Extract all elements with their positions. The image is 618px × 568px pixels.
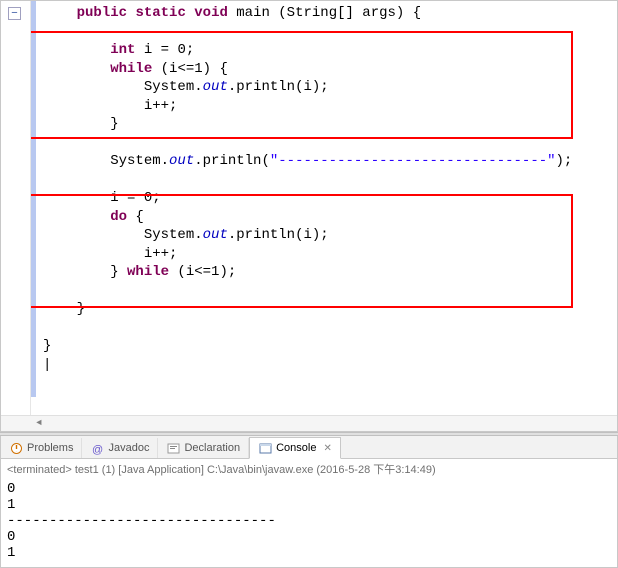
- declaration-icon: [166, 441, 180, 455]
- tab-label: Console: [276, 442, 316, 454]
- tab-console[interactable]: Console ✕: [249, 437, 341, 459]
- field-out: out: [203, 227, 228, 243]
- text-cursor: |: [43, 357, 51, 373]
- tab-problems[interactable]: Problems: [1, 438, 82, 458]
- code-fragment: .println(i);: [228, 79, 329, 95]
- views-tabbar: Problems @ Javadoc Declaration Console ✕: [1, 436, 617, 459]
- keyword-void: void: [194, 5, 228, 21]
- indent: System.: [43, 227, 203, 243]
- keyword-int: int: [110, 42, 135, 58]
- javadoc-icon: @: [90, 441, 104, 455]
- console-icon: [258, 441, 272, 455]
- tab-label: Javadoc: [108, 442, 149, 454]
- keyword-do: do: [110, 209, 127, 225]
- code-fragment: i = 0;: [135, 42, 194, 58]
- editor-gutter: −: [1, 1, 31, 431]
- keyword-while: while: [127, 264, 169, 280]
- keyword-public: public: [77, 5, 127, 21]
- console-status: <terminated> test1 (1) [Java Application…: [1, 459, 617, 479]
- code-line: i++;: [43, 246, 177, 262]
- code-fragment: .println(: [194, 153, 270, 169]
- code-editor[interactable]: − public static void main (String[] args…: [0, 0, 618, 432]
- scroll-left-arrow-icon[interactable]: ◄: [31, 415, 47, 431]
- tab-javadoc[interactable]: @ Javadoc: [82, 438, 158, 458]
- code-line: }: [43, 116, 119, 132]
- tab-declaration[interactable]: Declaration: [158, 438, 249, 458]
- code-fragment: );: [556, 153, 573, 169]
- indent: [43, 209, 110, 225]
- indent: [43, 5, 77, 21]
- indent: [43, 61, 110, 77]
- problems-icon: [9, 441, 23, 455]
- tab-label: Declaration: [184, 442, 240, 454]
- field-out: out: [203, 79, 228, 95]
- code-fragment: (i<=1) {: [152, 61, 228, 77]
- views-panel: Problems @ Javadoc Declaration Console ✕…: [0, 436, 618, 568]
- indent: [43, 42, 110, 58]
- close-icon[interactable]: ✕: [323, 443, 331, 454]
- code-text[interactable]: public static void main (String[] args) …: [43, 1, 572, 374]
- change-marker: [31, 1, 36, 397]
- method-sig: main (String[] args) {: [228, 5, 421, 21]
- code-line: i = 0;: [43, 190, 161, 206]
- indent: System.: [43, 153, 169, 169]
- svg-text:@: @: [92, 444, 103, 455]
- field-out: out: [169, 153, 194, 169]
- keyword-static: static: [135, 5, 185, 21]
- indent: System.: [43, 79, 203, 95]
- code-fragment: (i<=1);: [169, 264, 236, 280]
- code-fragment: {: [127, 209, 144, 225]
- code-area[interactable]: public static void main (String[] args) …: [31, 1, 617, 415]
- horizontal-scrollbar[interactable]: ◄: [1, 415, 617, 431]
- indent: }: [43, 264, 127, 280]
- string-literal: "--------------------------------": [270, 153, 556, 169]
- code-fragment: .println(i);: [228, 227, 329, 243]
- fold-toggle-icon[interactable]: −: [8, 7, 21, 20]
- code-line: }: [43, 338, 51, 354]
- code-line: i++;: [43, 98, 177, 114]
- keyword-while: while: [110, 61, 152, 77]
- code-line: }: [43, 301, 85, 317]
- tab-label: Problems: [27, 442, 73, 454]
